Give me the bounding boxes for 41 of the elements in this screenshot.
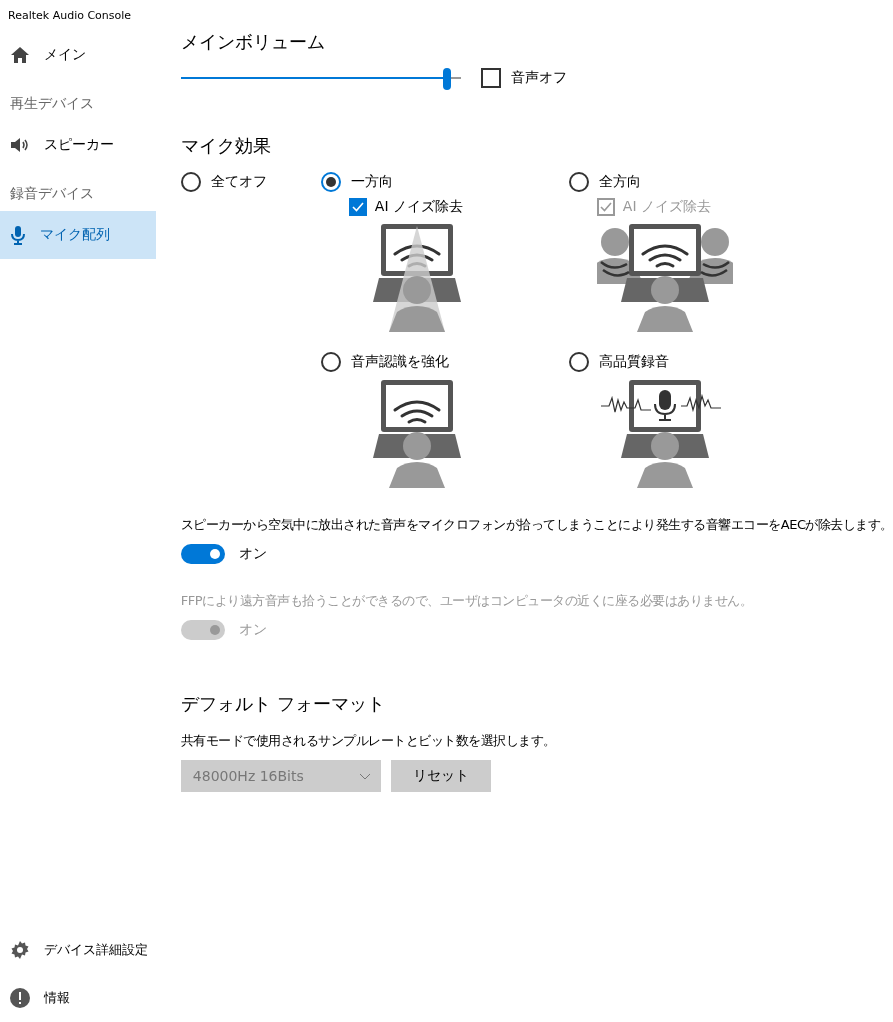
setting-description: スピーカーから空気中に放出された音声をマイクロフォンが拾ってしまうことにより発生する音響エコーをAECが除去します。 [180,516,893,534]
checkbox-label: AI ノイズ除去 [622,198,711,216]
slider-thumb[interactable] [442,68,451,90]
radio-label: 全方向 [598,173,641,191]
radio-button[interactable] [320,352,341,372]
sidebar-item[interactable]: デバイス詳細設定 [0,926,156,974]
checkbox-label: AI ノイズ除去 [374,198,463,216]
radio-button[interactable] [568,352,589,372]
radio-label: 高品質録音 [598,353,669,371]
format-description: 共有モードで使用されるサンプルレートとビット数を選択します。 [180,732,557,750]
volume-slider[interactable] [180,68,461,88]
radio-label: 全てオフ [210,173,267,191]
speaker-icon [10,137,30,153]
radio-button[interactable] [180,172,201,192]
checkbox-label: 音声オフ [510,69,567,87]
section-header: 録音デバイス [9,184,95,203]
radio-label: 一方向 [350,173,393,191]
microphone-icon [10,225,26,245]
radio-button[interactable] [320,172,341,192]
section-title: デフォルト フォーマット [180,692,386,716]
section-title: メインボリューム [180,30,326,54]
section-header: 再生デバイス [9,94,95,113]
settings-icon [10,940,30,960]
setting-description: FFPにより遠方音声も拾うことができるので、ユーザはコンピュータの近くに座る必要はありません。 [180,592,754,610]
sidebar-item[interactable]: メイン [0,31,156,79]
mute-checkbox[interactable] [480,68,501,88]
section-title: マイク効果 [180,134,272,158]
sidebar-item[interactable]: 情報 [0,974,156,1022]
sidebar-item[interactable]: マイク配列 [0,211,156,259]
toggle-label: オン [238,545,267,563]
reset-button[interactable]: リセット [390,760,491,792]
toggle-switch[interactable] [180,544,225,564]
radio-label: 音声認識を強化 [350,353,449,371]
info-icon [10,988,30,1008]
radio-button[interactable] [568,172,589,192]
chevron-down-icon [358,772,371,780]
noise-checkbox[interactable] [348,198,367,216]
home-icon [10,46,30,64]
toggle-label: オン [238,621,267,639]
app-title: Realtek Audio Console [7,8,133,24]
sidebar-item[interactable]: スピーカー [0,121,156,169]
